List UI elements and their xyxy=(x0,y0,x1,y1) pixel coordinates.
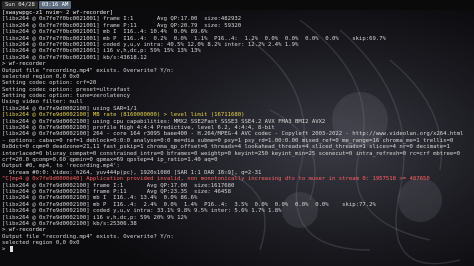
terminal-line-text: selected region 0,0 0x0 xyxy=(2,73,80,80)
terminal-line-text: Stream #0:0: Video: h264, yuv444p(pc), 1… xyxy=(2,169,262,176)
terminal-line-text: selected region 0,0 0x0 xyxy=(2,240,80,247)
terminal-line-text: Setting codec option: preset=ultrafast xyxy=(2,86,130,93)
terminal-line-text: > xyxy=(2,246,9,253)
terminal-line-text: Output file "recording.mp4" exists. Over… xyxy=(2,67,174,74)
terminal-line-text: [libx264 @ 0x7fe7f0bc0021001] mb P I16..… xyxy=(2,35,386,42)
terminal-line-text: Output #0, mp4, to 'recording.mp4': xyxy=(2,163,120,170)
terminal-line-text: [swaywpgc-z1 nvim~ 2 wf-recorder] xyxy=(2,10,114,16)
terminal-line-text: Using video filter: null xyxy=(2,99,83,106)
terminal-line-text: [libx264 @ 0x7fe7f0bc0021001] frame P:11… xyxy=(2,22,242,29)
terminal-cursor xyxy=(9,246,13,253)
terminal-line-text: [libx264 @ 0x7fe9d0002100] frame I:1 Avg… xyxy=(2,182,235,189)
terminal-line-text: [libx264 @ 0x7fe9d0002100] kb/s:25306.38 xyxy=(2,220,137,227)
workspace-time[interactable]: 03:16 AM xyxy=(38,1,72,9)
terminal-line-text: [libx264 @ 0x7fe7f0bc0021001] mb I I16..… xyxy=(2,29,208,36)
terminal-line-text: Setting codec option: tune=zerolatency xyxy=(2,93,130,100)
terminal-line-text: interlaced=0 bluray_compat=0 constrained… xyxy=(2,150,461,157)
terminal-line-text: > wf-recorder xyxy=(2,227,46,234)
terminal-line-text: [libx264 @ 0x7fe9d0002100] profile High … xyxy=(2,125,275,132)
terminal-line-text: [libx264 @ 0x7fe9d0002100] 264 - core 16… xyxy=(2,131,464,138)
terminal-line-text: [libx264 @ 0x7fe9d0002100] i16 v,h,dc,p:… xyxy=(2,214,188,221)
terminal-line-text: > wf-recorder xyxy=(2,61,46,68)
terminal-line-text: [libx264 @ 0x7fe7f0bc0021001] coded y,u,… xyxy=(2,41,299,48)
terminal-line-text: - options: cabac=0 ref=1 deblock=0:0:0 a… xyxy=(2,137,454,144)
terminal-line-text: [libx264 @ 0x7fe7f0bc0021001] frame I:1 … xyxy=(2,16,242,23)
terminal-line-text: 8x8dct=0 cqm=0 deadzone=21,11 fast_pskip… xyxy=(2,144,450,151)
workspace-switcher: Sun 04/28 03:16 AM xyxy=(2,1,72,9)
terminal-output[interactable]: [swaywpgc-z1 nvim~ 2 wf-recorder] [libx26… xyxy=(0,10,474,266)
terminal-line-text: [libx264 @ 0x7fe9d0002100] frame P:11 Av… xyxy=(2,188,232,195)
terminal-line-text: [libx264 @ 0x7fe9d0002100] mb P I16..4: … xyxy=(2,201,376,208)
terminal-line-text: crf=20.0 qcomp=0.60 qpmin=0 qpmax=69 qps… xyxy=(2,156,218,163)
terminal-line-text: [libx264 @ 0x7fe9d0002100] coded y,u,v i… xyxy=(2,208,282,215)
workspace-date[interactable]: Sun 04/28 xyxy=(2,1,38,9)
terminal-line-text: [libx264 @ 0x7fe9d0002100] MB rate (8160… xyxy=(2,112,245,119)
terminal-line-text: [libx264 @ 0x7fe9d0002100] using SAR=1/1 xyxy=(2,105,137,112)
terminal-line-text: ^C[mp4 @ 0x7fe9d0000d40] Application pro… xyxy=(2,176,430,183)
terminal-line-text: Output file "recording.mp4" exists. Over… xyxy=(2,233,174,240)
terminal-line-text: Setting codec option: crf=20 xyxy=(2,80,97,87)
terminal-line: > xyxy=(0,246,474,253)
top-status-bar: Sun 04/28 03:16 AM xyxy=(0,0,474,10)
terminal-line-text: [libx264 @ 0x7fe7f0bc0021001] i16 v,h,dc… xyxy=(2,48,201,55)
terminal-line-text: [libx264 @ 0x7fe9d0002100] using cpu cap… xyxy=(2,118,326,125)
terminal-line-text: [libx264 @ 0x7fe9d0002100] mb I I16..4: … xyxy=(2,195,198,202)
terminal-line-text: [libx264 @ 0x7fe7f0bc0021001] kb/s:43618… xyxy=(2,54,147,61)
